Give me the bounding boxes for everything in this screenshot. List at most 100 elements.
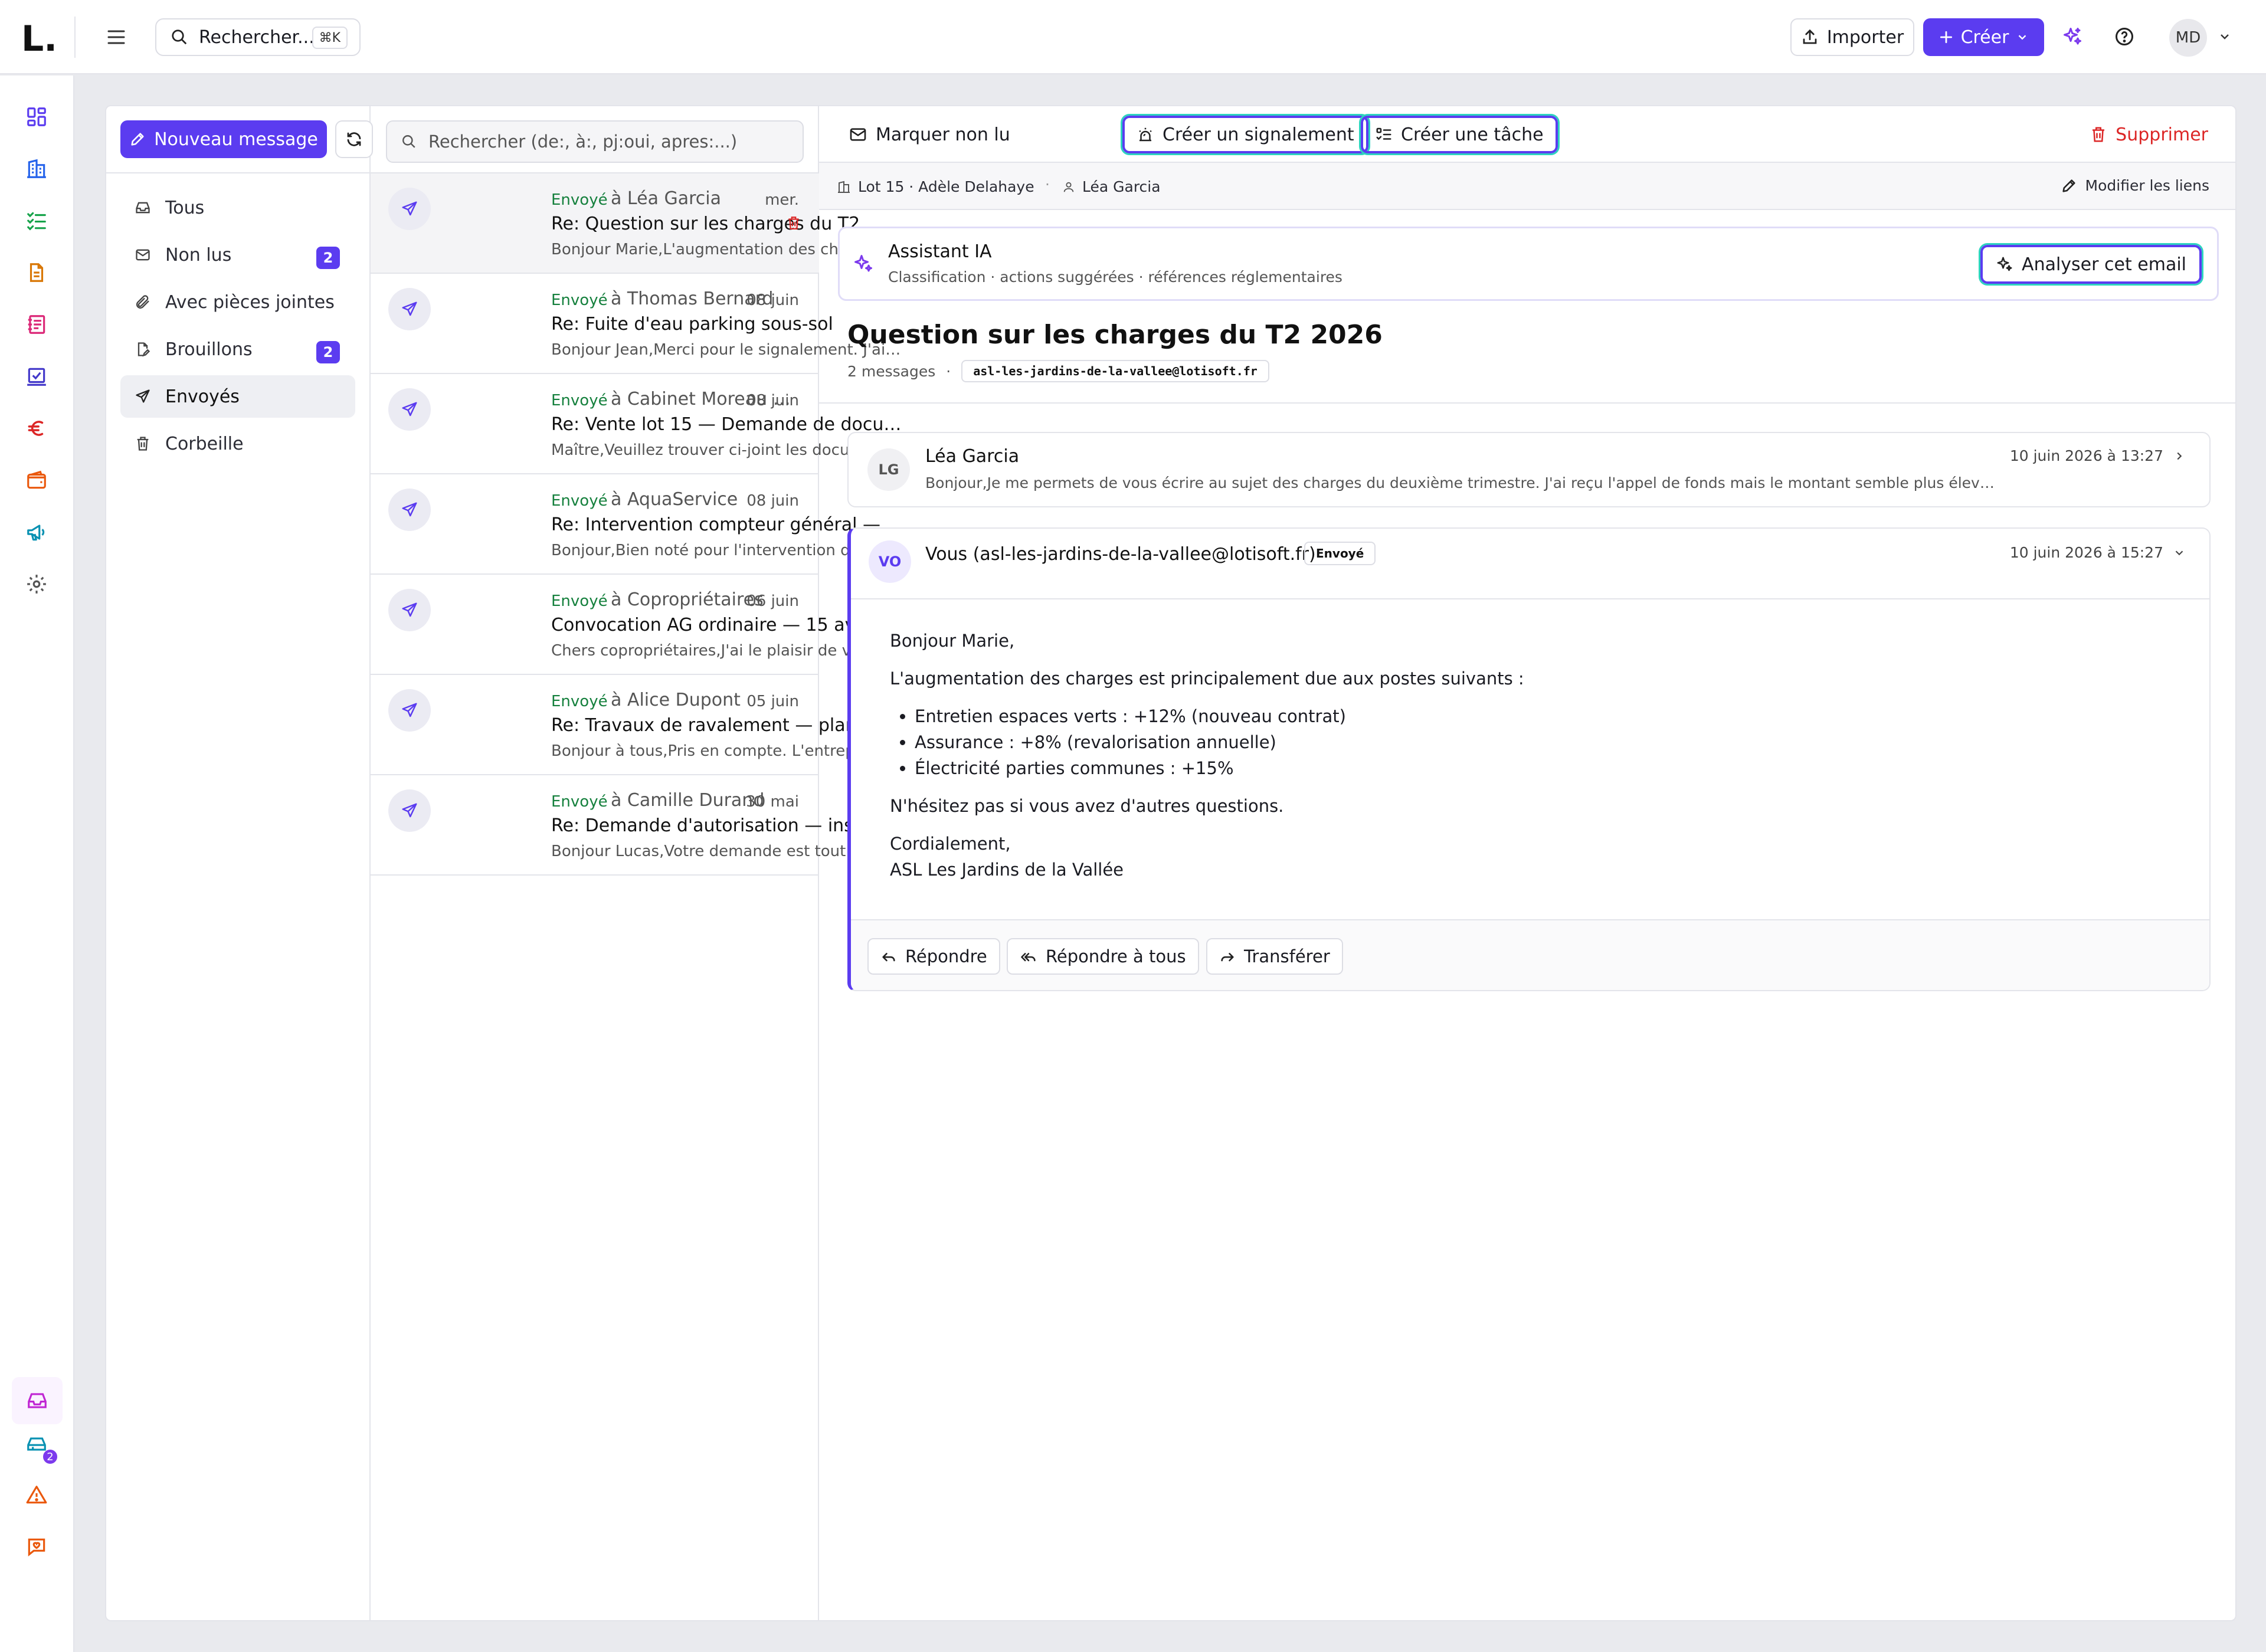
document-icon[interactable] — [24, 260, 50, 286]
task-list-icon — [1376, 127, 1391, 140]
new-message-button[interactable]: Nouveau message — [120, 120, 327, 158]
paperclip-icon — [136, 295, 149, 309]
folder-trash[interactable]: Corbeille — [120, 422, 355, 465]
edit-links-label: Modifier les liens — [2085, 177, 2209, 194]
linked-entities-bar: Lot 15 · Adèle Delahaye · Léa Garcia Mod… — [819, 163, 2235, 210]
delete-button[interactable]: Supprimer — [2078, 116, 2220, 153]
message-search-input[interactable]: Rechercher (de:, à:, pj:oui, apres:...) — [386, 120, 804, 163]
create-task-button[interactable]: Créer une tâche — [1361, 116, 1558, 153]
global-search[interactable]: Rechercher... ⌘K — [155, 18, 361, 56]
nav-rail: 2 AV — [0, 76, 74, 1652]
user-icon — [1063, 182, 1074, 192]
reply-all-icon — [1021, 953, 1036, 962]
mark-unread-button[interactable]: Marquer non lu — [837, 116, 1022, 153]
trash-icon — [2093, 127, 2105, 142]
forward-button[interactable]: Transférer — [1206, 938, 1343, 975]
app-logo[interactable]: L. — [21, 21, 57, 57]
chat-heart-icon[interactable] — [24, 1534, 50, 1560]
checklist-icon[interactable] — [24, 208, 50, 234]
create-report-button[interactable]: Créer un signalement — [1122, 116, 1368, 153]
message-date: 06 juin — [746, 592, 799, 610]
message-list-item[interactable]: Envoyé à Alice Dupont 05 juin Re: Travaux d… — [371, 675, 905, 775]
search-icon — [402, 135, 415, 148]
search-icon — [172, 30, 187, 45]
refresh-button[interactable] — [335, 120, 373, 158]
status-label: Envoyé — [551, 492, 608, 510]
chevron-down-icon[interactable] — [2218, 30, 2232, 44]
linked-person[interactable]: Léa Garcia — [1062, 178, 1161, 195]
folder-drafts[interactable]: Brouillons 2 — [120, 328, 355, 371]
message-list-item[interactable]: Envoyéà Cabinet Moreau & Associés08 juin… — [371, 374, 905, 474]
menu-icon[interactable] — [104, 25, 129, 50]
warning-icon[interactable] — [24, 1482, 50, 1508]
ai-assistant-card: Assistant IA Classification · actions su… — [838, 227, 2219, 301]
folder-label: Non lus — [165, 244, 232, 266]
separator: · — [946, 362, 951, 380]
dashboard-icon[interactable] — [24, 104, 50, 130]
plus-icon — [1940, 31, 1952, 44]
euro-icon[interactable] — [24, 415, 50, 441]
building-icon[interactable] — [24, 156, 50, 182]
message-list-item[interactable]: Envoyé à Copropriétaires 06 juin Convocatio… — [371, 575, 905, 675]
message-list-item[interactable]: Envoyé à Camille Durand 30 mai Re: Demande … — [371, 775, 905, 876]
ai-sparkle-icon[interactable] — [2062, 26, 2083, 47]
reply-button[interactable]: Répondre — [867, 938, 1000, 975]
status-label: Envoyé — [551, 793, 608, 811]
user-avatar[interactable]: MD — [2169, 19, 2207, 57]
pencil-icon — [2062, 179, 2075, 192]
search-placeholder: Rechercher (de:, à:, pj:oui, apres:...) — [428, 132, 738, 152]
message-list-item[interactable]: Envoyé à AquaService 08 juin Re: Interventi… — [371, 474, 905, 575]
wallet-icon[interactable] — [24, 467, 50, 493]
message-collapsed[interactable]: LG Léa Garcia 10 juin 2026 à 13:27 Bonjo… — [847, 432, 2211, 507]
mail-icon — [850, 128, 866, 141]
avatar: VO — [869, 540, 911, 583]
divider — [851, 598, 2209, 599]
message-list-item[interactable]: Envoyé à Thomas Bernard 08 juin Re: Fuite d… — [371, 274, 905, 374]
ledger-icon[interactable] — [24, 312, 50, 337]
global-search-label: Rechercher... — [199, 27, 315, 48]
help-icon[interactable] — [2114, 26, 2135, 47]
import-button[interactable]: Importer — [1790, 18, 1914, 56]
create-button[interactable]: Créer — [1923, 18, 2044, 56]
folder-label: Tous — [165, 197, 205, 218]
separator: · — [1045, 176, 1050, 193]
mail-icon — [136, 249, 150, 261]
create-label: Créer — [1960, 27, 2009, 48]
recipient: à Camille Durand — [611, 790, 765, 811]
megaphone-icon[interactable] — [24, 519, 50, 545]
inbox-check-icon[interactable] — [24, 363, 50, 389]
chevron-right-icon[interactable] — [2173, 450, 2186, 463]
analyze-email-label: Analyser cet email — [2022, 254, 2186, 275]
folder-pane: Nouveau message Tous Non lus 2 Avec pièc… — [106, 106, 373, 1620]
drive-icon[interactable] — [24, 1430, 50, 1456]
message-date: 05 juin — [746, 693, 799, 710]
settings-icon[interactable] — [24, 571, 50, 597]
status-label: Envoyé — [551, 291, 608, 309]
message-date: 10 juin 2026 à 13:27 — [2009, 447, 2163, 464]
folder-sent[interactable]: Envoyés — [120, 375, 355, 418]
create-task-label: Créer une tâche — [1401, 124, 1544, 145]
forward-label: Transférer — [1244, 946, 1330, 966]
linked-lot[interactable]: Lot 15 · Adèle Delahaye — [837, 178, 1034, 195]
mail-inbox-icon[interactable] — [12, 1377, 63, 1424]
reply-all-label: Répondre à tous — [1046, 946, 1186, 966]
status-label: Envoyé — [551, 392, 608, 409]
message-count: 2 messages — [847, 362, 936, 380]
body-signature: ASL Les Jardins de la Vallée — [890, 860, 1124, 880]
folder-all[interactable]: Tous — [120, 186, 355, 229]
folder-attachments[interactable]: Avec pièces jointes — [120, 281, 355, 323]
trash-icon[interactable] — [786, 215, 801, 231]
analyze-email-button[interactable]: Analyser cet email — [1980, 245, 2202, 284]
refresh-icon — [347, 132, 361, 146]
edit-links-button[interactable]: Modifier les liens — [2061, 177, 2209, 194]
ai-sparkle-icon — [853, 253, 874, 274]
message-list-item[interactable]: Envoyé à Léa Garcia mer. Re: Question sur l… — [371, 173, 905, 274]
reply-all-button[interactable]: Répondre à tous — [1007, 938, 1199, 975]
folder-label: Brouillons — [165, 339, 253, 360]
thread-subject: Question sur les charges du T2 2026 — [847, 320, 1383, 350]
chevron-down-icon[interactable] — [2173, 546, 2186, 559]
folder-unread[interactable]: Non lus 2 — [120, 234, 355, 276]
inbox-icon — [136, 202, 150, 214]
message-date: 08 juin — [746, 492, 799, 510]
create-report-label: Créer un signalement — [1163, 124, 1354, 145]
